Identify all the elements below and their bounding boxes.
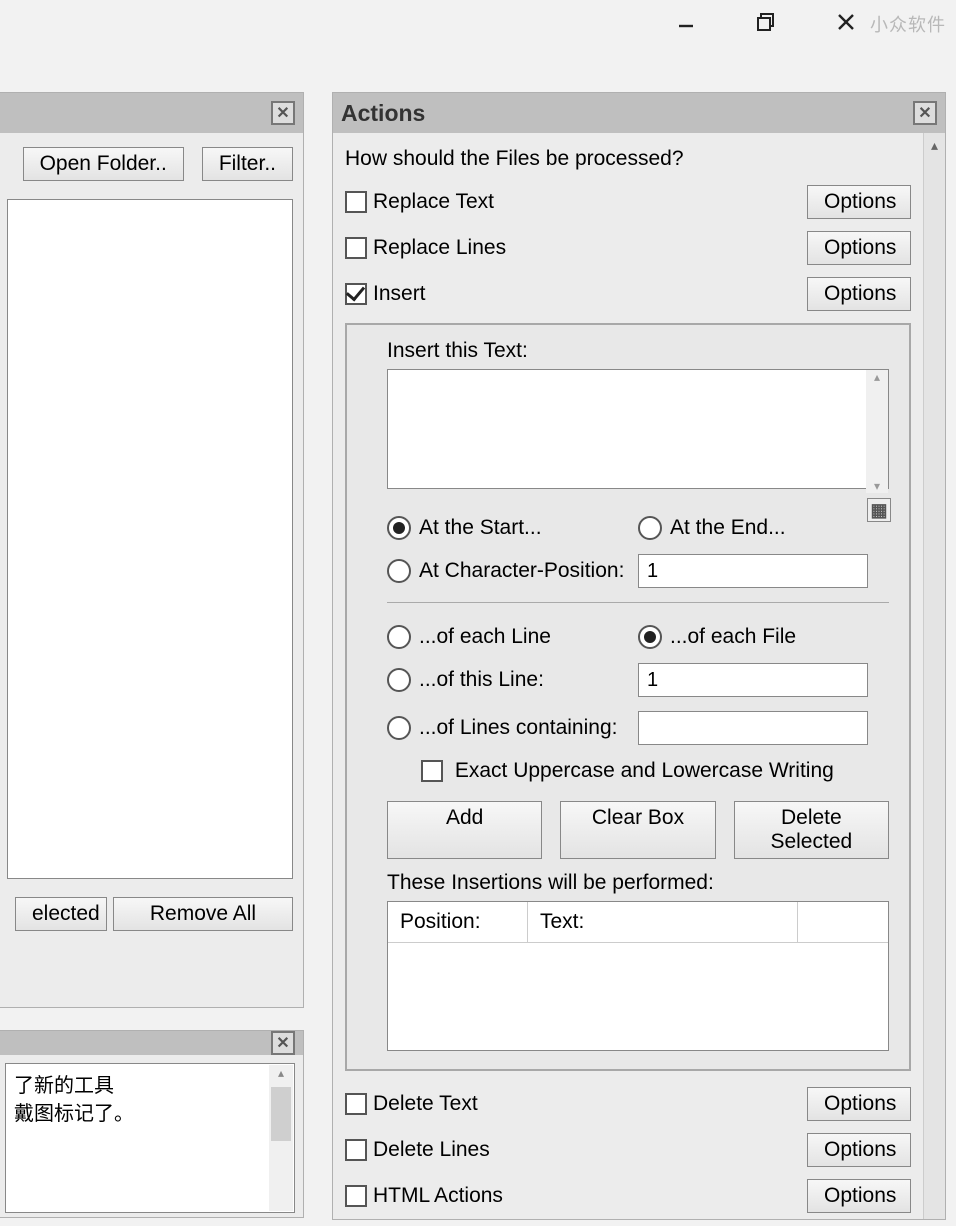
delete-lines-options-button[interactable]: Options bbox=[807, 1133, 911, 1167]
chevron-up-icon[interactable]: ▴ bbox=[874, 370, 880, 384]
at-start-label: At the Start... bbox=[419, 516, 542, 540]
scrollbar-thumb[interactable] bbox=[271, 1087, 291, 1141]
at-start-radio[interactable] bbox=[387, 516, 411, 540]
insert-text-input[interactable] bbox=[387, 369, 889, 489]
add-field-button[interactable]: ▦ bbox=[867, 498, 891, 522]
preview-scrollbar[interactable]: ▴ bbox=[269, 1065, 293, 1211]
preview-panel-close-icon[interactable]: ✕ bbox=[271, 1031, 295, 1055]
chevron-down-icon[interactable]: ▾ bbox=[874, 479, 880, 493]
html-actions-options-button[interactable]: Options bbox=[807, 1179, 911, 1213]
files-panel-close-icon[interactable]: ✕ bbox=[271, 101, 295, 125]
textarea-scrollbar[interactable]: ▴ ▾ bbox=[866, 370, 888, 493]
this-line-input[interactable] bbox=[638, 663, 868, 697]
delete-text-label: Delete Text bbox=[373, 1092, 807, 1116]
insert-delete-selected-button[interactable]: Delete Selected bbox=[734, 801, 889, 859]
preview-textbox[interactable]: 了新的工具 戴图标记了。 ▴ bbox=[5, 1063, 295, 1213]
chevron-up-icon[interactable]: ▴ bbox=[278, 1065, 284, 1082]
actions-question: How should the Files be processed? bbox=[345, 147, 911, 171]
chevron-up-icon[interactable]: ▴ bbox=[931, 133, 938, 154]
remove-all-button[interactable]: Remove All bbox=[113, 897, 293, 931]
window-controls: 小众软件 bbox=[666, 0, 956, 48]
files-list[interactable] bbox=[7, 199, 293, 879]
insertions-performed-label: These Insertions will be performed: bbox=[387, 871, 889, 895]
actions-scrollbar[interactable]: ▴ bbox=[923, 133, 945, 1219]
actions-panel: Actions ✕ How should the Files be proces… bbox=[332, 92, 946, 1220]
files-panel-header: ✕ bbox=[0, 93, 303, 133]
remove-selected-button[interactable]: elected bbox=[15, 897, 107, 931]
actions-panel-close-icon[interactable]: ✕ bbox=[913, 101, 937, 125]
maximize-button[interactable] bbox=[746, 11, 786, 38]
exact-case-label: Exact Uppercase and Lowercase Writing bbox=[455, 759, 834, 782]
delete-text-options-button[interactable]: Options bbox=[807, 1087, 911, 1121]
insert-options-button[interactable]: Options bbox=[807, 277, 911, 311]
preview-line: 戴图标记了。 bbox=[14, 1100, 268, 1128]
exact-case-checkbox[interactable] bbox=[421, 760, 443, 782]
at-end-label: At the End... bbox=[670, 516, 786, 540]
actions-panel-header: Actions ✕ bbox=[333, 93, 945, 133]
at-char-pos-radio[interactable] bbox=[387, 559, 411, 583]
preview-line: 了新的工具 bbox=[14, 1072, 268, 1100]
replace-lines-options-button[interactable]: Options bbox=[807, 231, 911, 265]
insert-add-button[interactable]: Add bbox=[387, 801, 542, 859]
preview-panel: ✕ 了新的工具 戴图标记了。 ▴ bbox=[0, 1030, 304, 1218]
at-end-radio[interactable] bbox=[638, 516, 662, 540]
replace-text-label: Replace Text bbox=[373, 190, 807, 214]
delete-lines-label: Delete Lines bbox=[373, 1138, 807, 1162]
insert-settings-box: Insert this Text: ▴ ▾ ▦ At the Start... bbox=[345, 323, 911, 1071]
plus-icon: ▦ bbox=[870, 500, 887, 520]
open-folder-button[interactable]: Open Folder.. bbox=[23, 147, 184, 181]
files-panel: ✕ Open Folder.. Filter.. elected Remove … bbox=[0, 92, 304, 1008]
close-button[interactable] bbox=[826, 12, 866, 37]
replace-text-checkbox[interactable] bbox=[345, 191, 367, 213]
insert-label: Insert bbox=[373, 282, 807, 306]
replace-text-options-button[interactable]: Options bbox=[807, 185, 911, 219]
watermark-text: 小众软件 bbox=[870, 11, 946, 37]
html-actions-label: HTML Actions bbox=[373, 1184, 807, 1208]
preview-panel-header: ✕ bbox=[0, 1031, 303, 1055]
lines-containing-input[interactable] bbox=[638, 711, 868, 745]
each-file-label: ...of each File bbox=[670, 625, 796, 649]
col-position[interactable]: Position: bbox=[388, 902, 528, 943]
html-actions-checkbox[interactable] bbox=[345, 1185, 367, 1207]
at-char-pos-label: At Character-Position: bbox=[419, 559, 624, 583]
col-text[interactable]: Text: bbox=[528, 902, 798, 943]
insertions-list[interactable]: Position: Text: bbox=[387, 901, 889, 1051]
this-line-radio[interactable] bbox=[387, 668, 411, 692]
replace-lines-label: Replace Lines bbox=[373, 236, 807, 260]
each-line-label: ...of each Line bbox=[419, 625, 551, 649]
col-spacer bbox=[798, 902, 888, 943]
each-file-radio[interactable] bbox=[638, 625, 662, 649]
insert-clear-button[interactable]: Clear Box bbox=[560, 801, 715, 859]
filter-button[interactable]: Filter.. bbox=[202, 147, 293, 181]
each-line-radio[interactable] bbox=[387, 625, 411, 649]
delete-text-checkbox[interactable] bbox=[345, 1093, 367, 1115]
replace-lines-checkbox[interactable] bbox=[345, 237, 367, 259]
this-line-label: ...of this Line: bbox=[419, 668, 544, 692]
char-position-input[interactable] bbox=[638, 554, 868, 588]
insert-text-label: Insert this Text: bbox=[387, 339, 889, 363]
minimize-button[interactable] bbox=[666, 12, 706, 37]
lines-containing-radio[interactable] bbox=[387, 716, 411, 740]
delete-lines-checkbox[interactable] bbox=[345, 1139, 367, 1161]
lines-containing-label: ...of Lines containing: bbox=[419, 716, 617, 740]
actions-panel-title: Actions bbox=[341, 100, 425, 127]
insert-checkbox[interactable] bbox=[345, 283, 367, 305]
